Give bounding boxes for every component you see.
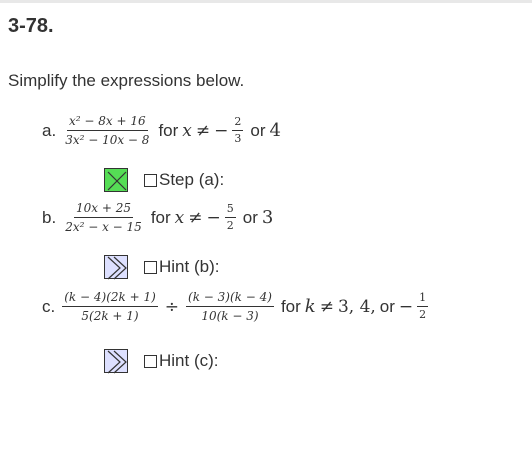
checkbox[interactable] [144,260,157,274]
for-text: for [150,207,171,227]
fraction-numerator: (k − 3)(k − 4) [186,290,274,307]
excluded-denominator: 2 [226,219,234,232]
hint-toggle-button[interactable] [104,168,128,192]
variable: x [174,207,185,228]
top-divider [0,0,532,3]
not-equal-sign: ≠ [188,207,203,228]
not-equal-sign: ≠ [319,296,334,317]
hint-label-text: Step (a): [159,170,225,189]
excluded-denominator: 2 [419,308,427,321]
not-equal-sign: ≠ [195,120,211,141]
expression-fraction: x² − 8x + 16 3x² − 10x − 8 [63,114,151,147]
excluded-value: 4 [269,120,281,141]
hint-row-c: Hint (c): [104,347,219,375]
excluded-fraction: 2 3 [232,116,244,145]
minus-sign: − [214,120,229,141]
x-mark-icon [107,171,127,191]
fraction-denominator: 5(2k + 1) [81,309,139,323]
hint-label-text: Hint (c): [159,351,219,370]
fraction-denominator: 10(k − 3) [201,309,259,323]
problem-label: a. [42,120,57,140]
fraction-numerator: (k − 4)(2k + 1) [62,290,158,307]
hint-toggle-button[interactable] [104,255,128,280]
or-text: or [242,207,258,227]
excluded-value: 3 [261,207,274,228]
fraction-numerator: x² − 8x + 16 [67,114,148,131]
excluded-fraction: 1 2 [417,292,429,321]
checkbox[interactable] [144,173,157,187]
variable: k [304,296,316,317]
problem-b: b. 10x + 25 2x² − x − 15 for x ≠ − 5 2 o… [42,201,273,234]
excluded-values: 3, 4, [337,296,376,317]
hint-label[interactable]: Hint (b): [144,257,219,277]
excluded-numerator: 5 [224,203,236,218]
excluded-denominator: 3 [234,132,242,145]
expression-fraction: 10x + 25 2x² − x − 15 [63,201,144,234]
problem-a: a. x² − 8x + 16 3x² − 10x − 8 for x ≠ − … [42,114,281,147]
divide-sign: ÷ [164,296,180,317]
chevron-right-icon [107,350,127,374]
fraction-denominator: 2x² − x − 15 [65,220,142,234]
problem-number: 3-78. [8,15,54,37]
hint-label[interactable]: Step (a): [144,170,224,190]
instructions-text: Simplify the expressions below. [8,71,245,90]
or-text: or [379,296,395,316]
second-fraction: (k − 3)(k − 4) 10(k − 3) [186,290,274,323]
problem-label: b. [42,207,57,227]
hint-label[interactable]: Hint (c): [144,351,219,371]
excluded-fraction: 5 2 [224,203,236,232]
checkbox[interactable] [144,354,157,368]
variable: x [182,120,192,141]
problem-label: c. [42,296,56,316]
minus-sign: − [398,296,414,317]
hint-toggle-button[interactable] [104,349,128,374]
hint-label-text: Hint (b): [159,257,220,276]
fraction-numerator: 10x + 25 [74,201,133,218]
or-text: or [250,120,266,140]
excluded-numerator: 2 [232,116,244,131]
chevron-right-icon [107,256,127,280]
excluded-numerator: 1 [417,292,429,307]
fraction-denominator: 3x² − 10x − 8 [65,133,150,147]
for-text: for [158,120,179,140]
hint-row-b: Hint (b): [104,253,219,281]
first-fraction: (k − 4)(2k + 1) 5(2k + 1) [62,290,158,323]
for-text: for [280,296,301,316]
minus-sign: − [206,207,221,228]
hint-row-a: Step (a): [104,166,224,194]
problem-c: c. (k − 4)(2k + 1) 5(2k + 1) ÷ (k − 3)(k… [42,290,431,323]
